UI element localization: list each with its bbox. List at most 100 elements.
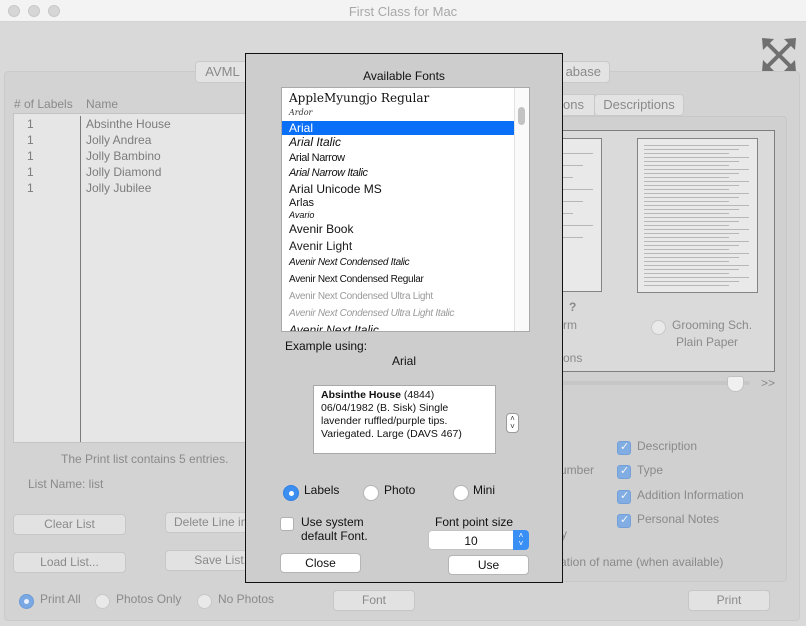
preview-slider-handle[interactable] (726, 376, 744, 392)
label-count: 1 (27, 165, 34, 179)
list-name: List Name: list (28, 477, 104, 491)
layout-preview-area (536, 130, 775, 372)
thumbnail-text-line (644, 197, 739, 198)
layout-label-partial: rm (563, 318, 577, 332)
example-stepper[interactable]: ˄ ˅ (506, 413, 519, 433)
print-all-label: Print All (40, 592, 81, 606)
thumbnail-text-line (644, 189, 729, 190)
thumbnail-text-line (644, 229, 749, 230)
grooming-sheet-label: Grooming Sch. (672, 318, 753, 332)
tab-avml[interactable]: AVML (195, 61, 250, 83)
font-item-partial[interactable]: ‥ ‥ (282, 87, 514, 88)
example-text-box[interactable]: Absinthe House (4844) 06/04/1982 (B. Sis… (313, 385, 496, 454)
personal-notes-label: Personal Notes (637, 512, 720, 526)
mini-radio[interactable] (453, 485, 469, 501)
thumbnail-text-line (644, 237, 729, 238)
personal-notes-checkbox[interactable] (617, 513, 631, 528)
clear-list-button[interactable]: Clear List (13, 514, 126, 535)
type-label: Type (637, 463, 664, 477)
font-list-scroll-thumb[interactable] (518, 107, 525, 125)
mini-radio-label: Mini (473, 483, 496, 497)
tab-descriptions[interactable]: Descriptions (594, 94, 684, 116)
label-count: 1 (27, 149, 34, 163)
font-item-selected[interactable]: Arial (282, 121, 514, 135)
font-dialog: Available Fonts ‥ ‥ AppleMyungjo Regular… (245, 53, 563, 583)
thumbnail-text-line (644, 209, 739, 210)
font-item[interactable]: Avenir Next Condensed Ultra Light (282, 291, 514, 308)
thumbnail-text-line (644, 233, 739, 234)
thumbnail-text-line (644, 153, 729, 154)
font-item[interactable]: Avenir Light (282, 239, 514, 256)
font-item[interactable]: Arial Unicode MS (282, 182, 514, 197)
font-list[interactable]: ‥ ‥ AppleMyungjo Regular Ardor Arial Ari… (281, 87, 530, 332)
labels-radio[interactable] (283, 485, 299, 501)
type-checkbox[interactable] (617, 464, 631, 479)
example-font-name: Arial (391, 354, 416, 368)
font-item[interactable]: Avenir Next Italic (282, 323, 514, 331)
next-page-button[interactable]: >> (761, 376, 775, 390)
font-item[interactable]: Arlas (282, 197, 514, 211)
description-checkbox[interactable] (617, 440, 631, 455)
use-system-font-checkbox[interactable] (280, 517, 294, 531)
thumbnail-text-line (644, 257, 739, 258)
column-header-count[interactable]: # of Labels (14, 97, 73, 111)
preview-slider-track[interactable] (560, 381, 750, 385)
font-item[interactable]: Avenir Next Condensed Regular (282, 274, 514, 291)
labels-radio-label: Labels (304, 483, 340, 497)
font-item[interactable]: Arial Narrow Italic (282, 167, 514, 182)
label-count: 1 (27, 117, 34, 131)
cultivar-name: Jolly Andrea (86, 133, 152, 147)
font-item[interactable]: Avenir Next Condensed Italic (282, 257, 514, 274)
no-photos-label: No Photos (218, 592, 275, 606)
addition-information-label: Addition Information (637, 488, 744, 502)
thumbnail-text-line (644, 241, 749, 242)
print-list-summary: The Print list contains 5 entries. (61, 452, 229, 466)
photos-only-radio[interactable] (95, 594, 110, 609)
thumbnail-text-line (644, 169, 749, 170)
help-question-mark[interactable]: ? (569, 300, 576, 314)
photo-radio-label: Photo (384, 483, 416, 497)
fullscreen-expand-icon[interactable] (762, 38, 796, 72)
addition-information-checkbox[interactable] (617, 489, 631, 504)
thumbnail-text-line (644, 269, 739, 270)
font-size-value: 10 (464, 534, 478, 548)
thumbnail-text-line (644, 145, 749, 146)
thumbnail-text-line (644, 157, 749, 158)
print-all-radio[interactable] (19, 594, 34, 609)
font-size-select[interactable]: 10 ˄ ˅ (428, 530, 529, 550)
photos-only-label: Photos Only (116, 592, 182, 606)
font-item[interactable]: AppleMyungjo Regular (282, 91, 514, 108)
no-photos-radio[interactable] (197, 594, 212, 609)
font-item[interactable]: Ardor (282, 108, 514, 121)
thumbnail-text-line (644, 205, 749, 206)
cultivar-name: Jolly Diamond (86, 165, 162, 179)
font-button[interactable]: Font (333, 590, 415, 611)
font-item[interactable]: Avenir Book (282, 222, 514, 239)
label-count: 1 (27, 181, 34, 195)
thumbnail-text-line (644, 149, 739, 150)
use-button[interactable]: Use (448, 555, 529, 575)
save-list-button[interactable]: Save List. (165, 550, 250, 571)
thumbnail-text-line (644, 285, 729, 286)
option-label-partial: umber (560, 463, 595, 477)
thumbnail-text-line (644, 221, 739, 222)
layout-thumbnail-plain-paper[interactable] (637, 138, 758, 293)
cultivar-name: Absinthe House (86, 117, 171, 131)
thumbnail-text-line (644, 201, 729, 202)
delete-line-button[interactable]: Delete Line in (165, 512, 250, 533)
load-list-button[interactable]: Load List... (13, 552, 126, 573)
font-item[interactable]: Arial Narrow (282, 152, 514, 167)
grooming-sheet-radio[interactable] (651, 320, 666, 335)
font-size-label: Font point size (435, 515, 514, 529)
use-system-font-label-2: default Font. (301, 529, 368, 543)
column-header-name[interactable]: Name (86, 97, 118, 111)
thumbnail-text-line (644, 261, 729, 262)
photo-radio[interactable] (363, 485, 379, 501)
example-cultivar-name: Absinthe House (321, 389, 401, 401)
print-button[interactable]: Print (688, 590, 770, 611)
font-item[interactable]: Arial Italic (282, 135, 514, 152)
close-button[interactable]: Close (280, 553, 361, 573)
thumbnail-text-line (644, 273, 729, 274)
cultivar-name: Jolly Bambino (86, 149, 161, 163)
use-system-font-label-1: Use system (301, 515, 364, 529)
